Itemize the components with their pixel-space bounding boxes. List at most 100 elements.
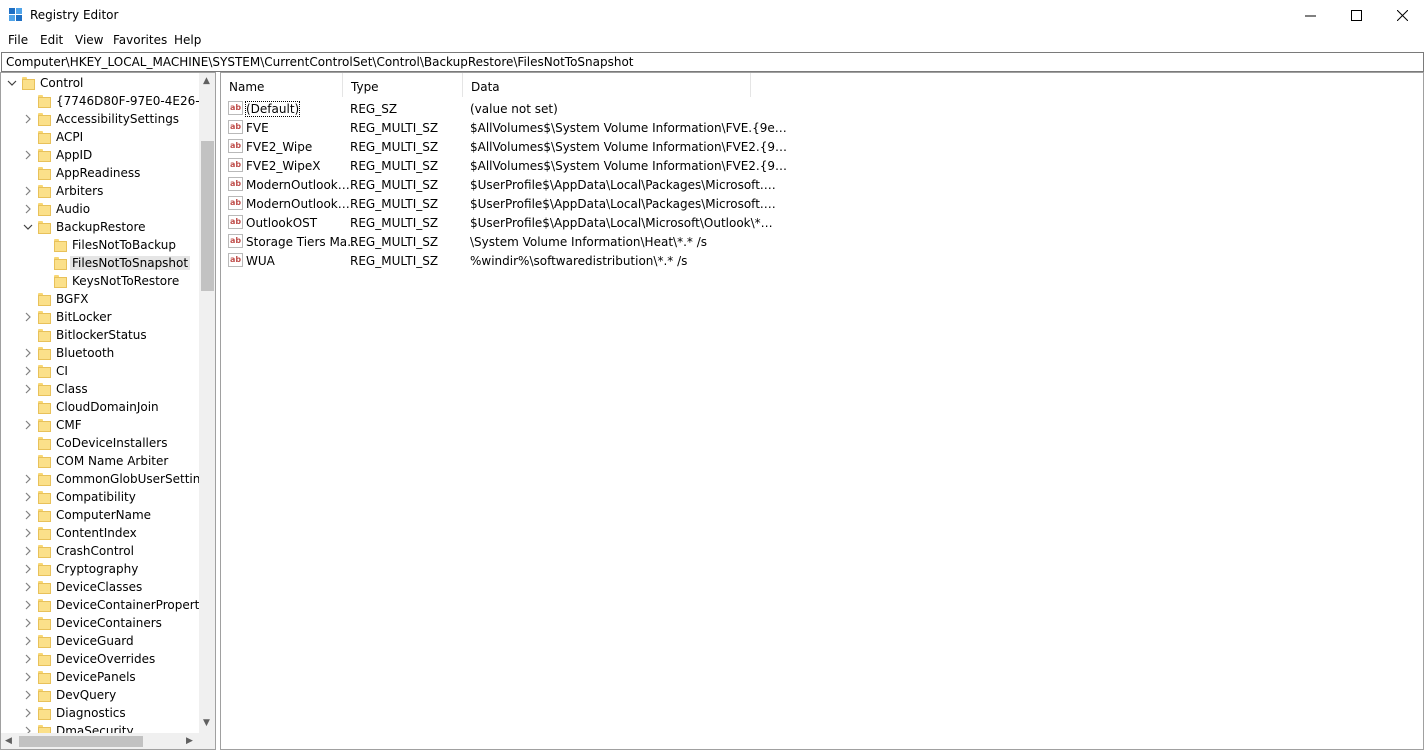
menu-favorites[interactable]: Favorites — [113, 33, 167, 47]
tree-item[interactable]: BitlockerStatus — [1, 326, 199, 344]
chevron-right-icon[interactable] — [23, 510, 33, 520]
menu-edit[interactable]: Edit — [40, 33, 63, 47]
chevron-right-icon[interactable] — [23, 348, 33, 358]
value-row[interactable]: ab ModernOutlook… REG_MULTI_SZ $UserProfile… — [221, 194, 776, 213]
value-row[interactable]: ab (Default) REG_SZ (value not set) — [221, 99, 761, 118]
tree-item[interactable]: Compatibility — [1, 488, 199, 506]
menu-view[interactable]: View — [75, 33, 103, 47]
tree-item[interactable]: Audio — [1, 200, 199, 218]
scroll-left-icon[interactable]: ◀ — [5, 736, 12, 746]
menu-file[interactable]: File — [8, 33, 28, 47]
tree-item[interactable]: ComputerName — [1, 506, 199, 524]
scroll-up-icon[interactable]: ▲ — [203, 76, 210, 86]
tree-horizontal-scroll-thumb[interactable] — [19, 736, 143, 747]
tree-item[interactable]: CMF — [1, 416, 199, 434]
chevron-right-icon[interactable] — [23, 564, 33, 574]
chevron-right-icon[interactable] — [23, 384, 33, 394]
scroll-right-icon[interactable]: ▶ — [186, 736, 193, 746]
value-row[interactable]: ab FVE2_Wipe REG_MULTI_SZ $AllVolumes$\Syst… — [221, 137, 787, 156]
chevron-right-icon[interactable] — [23, 726, 33, 733]
tree-item-label: BGFX — [56, 292, 89, 306]
folder-icon — [37, 363, 51, 379]
tree-item[interactable]: KeysNotToRestore — [1, 272, 199, 290]
tree-item[interactable]: Arbiters — [1, 182, 199, 200]
value-row[interactable]: ab Storage Tiers Ma… REG_MULTI_SZ \System V… — [221, 232, 761, 251]
tree-item[interactable]: AppReadiness — [1, 164, 199, 182]
tree-item[interactable]: DeviceGuard — [1, 632, 199, 650]
tree-item[interactable]: Bluetooth — [1, 344, 199, 362]
tree-item[interactable]: FilesNotToBackup — [1, 236, 199, 254]
tree-item[interactable]: CrashControl — [1, 542, 199, 560]
tree-item-label: DevicePanels — [56, 670, 136, 684]
tree-vertical-scroll-thumb[interactable] — [201, 141, 214, 291]
key-tree: Control {7746D80F-97E0-4E26-9543 Accessibi… — [1, 73, 199, 733]
chevron-down-icon[interactable] — [7, 78, 17, 88]
column-header-data[interactable]: Data — [463, 73, 751, 97]
chevron-right-icon[interactable] — [23, 582, 33, 592]
chevron-right-icon[interactable] — [23, 474, 33, 484]
tree-item[interactable]: AppID — [1, 146, 199, 164]
tree-item[interactable]: DeviceContainerPropertyU — [1, 596, 199, 614]
tree-item[interactable]: BGFX — [1, 290, 199, 308]
chevron-right-icon[interactable] — [23, 600, 33, 610]
tree-item[interactable]: DeviceContainers — [1, 614, 199, 632]
address-bar[interactable]: Computer\HKEY_LOCAL_MACHINE\SYSTEM\Curre… — [1, 52, 1424, 72]
tree-item[interactable]: DevQuery — [1, 686, 199, 704]
tree-item[interactable]: ContentIndex — [1, 524, 199, 542]
tree-item[interactable]: Cryptography — [1, 560, 199, 578]
chevron-right-icon[interactable] — [23, 618, 33, 628]
value-row[interactable]: ab FVE REG_MULTI_SZ $AllVolumes$\System Vol… — [221, 118, 787, 137]
tree-item[interactable]: {7746D80F-97E0-4E26-9543 — [1, 92, 199, 110]
tree-item[interactable]: AccessibilitySettings — [1, 110, 199, 128]
menu-help[interactable]: Help — [174, 33, 201, 47]
chevron-right-icon[interactable] — [23, 150, 33, 160]
column-header-type[interactable]: Type — [343, 73, 463, 97]
tree-item[interactable]: Control — [1, 74, 199, 92]
chevron-right-icon[interactable] — [23, 204, 33, 214]
tree-item[interactable]: CommonGlobUserSettings — [1, 470, 199, 488]
chevron-right-icon[interactable] — [23, 546, 33, 556]
chevron-right-icon[interactable] — [23, 186, 33, 196]
chevron-down-icon[interactable] — [23, 222, 33, 232]
tree-item[interactable]: DeviceClasses — [1, 578, 199, 596]
chevron-right-icon[interactable] — [23, 672, 33, 682]
tree-item[interactable]: COM Name Arbiter — [1, 452, 199, 470]
chevron-right-icon[interactable] — [23, 312, 33, 322]
chevron-right-icon[interactable] — [23, 528, 33, 538]
tree-item[interactable]: Class — [1, 380, 199, 398]
tree-item[interactable]: DmaSecurity — [1, 722, 199, 733]
tree-item[interactable]: CI — [1, 362, 199, 380]
value-row[interactable]: ab OutlookOST REG_MULTI_SZ $UserProfile$\Ap… — [221, 213, 773, 232]
minimize-button[interactable] — [1287, 0, 1333, 31]
chevron-right-icon[interactable] — [23, 492, 33, 502]
tree-item[interactable]: ACPI — [1, 128, 199, 146]
chevron-right-icon[interactable] — [23, 636, 33, 646]
chevron-right-icon[interactable] — [23, 420, 33, 430]
chevron-right-icon[interactable] — [23, 690, 33, 700]
tree-item[interactable]: BackupRestore — [1, 218, 199, 236]
tree-item[interactable]: CoDeviceInstallers — [1, 434, 199, 452]
value-type: REG_MULTI_SZ — [350, 216, 439, 230]
tree-horizontal-scrollbar[interactable]: ◀ ▶ — [1, 733, 199, 749]
tree-item[interactable]: Diagnostics — [1, 704, 199, 722]
string-value-icon: ab — [228, 158, 243, 172]
tree-item[interactable]: FilesNotToSnapshot — [1, 254, 199, 272]
tree-item[interactable]: DeviceOverrides — [1, 650, 199, 668]
column-header-name[interactable]: Name — [221, 73, 343, 97]
value-row[interactable]: ab FVE2_WipeX REG_MULTI_SZ $AllVolumes$\Sys… — [221, 156, 787, 175]
maximize-button[interactable] — [1333, 0, 1379, 31]
chevron-right-icon[interactable] — [23, 708, 33, 718]
chevron-right-icon[interactable] — [23, 654, 33, 664]
tree-item-label: Cryptography — [56, 562, 139, 576]
tree-vertical-scrollbar[interactable]: ▲ ▼ — [199, 73, 215, 733]
tree-item[interactable]: BitLocker — [1, 308, 199, 326]
scroll-down-icon[interactable]: ▼ — [203, 718, 210, 728]
chevron-right-icon[interactable] — [23, 114, 33, 124]
chevron-right-icon[interactable] — [23, 366, 33, 376]
close-button[interactable] — [1379, 0, 1425, 31]
tree-item[interactable]: DevicePanels — [1, 668, 199, 686]
string-value-icon: ab — [228, 177, 243, 191]
value-row[interactable]: ab ModernOutlook… REG_MULTI_SZ $UserProfile… — [221, 175, 776, 194]
value-row[interactable]: ab WUA REG_MULTI_SZ %windir%\softwaredistri… — [221, 251, 761, 270]
tree-item[interactable]: CloudDomainJoin — [1, 398, 199, 416]
